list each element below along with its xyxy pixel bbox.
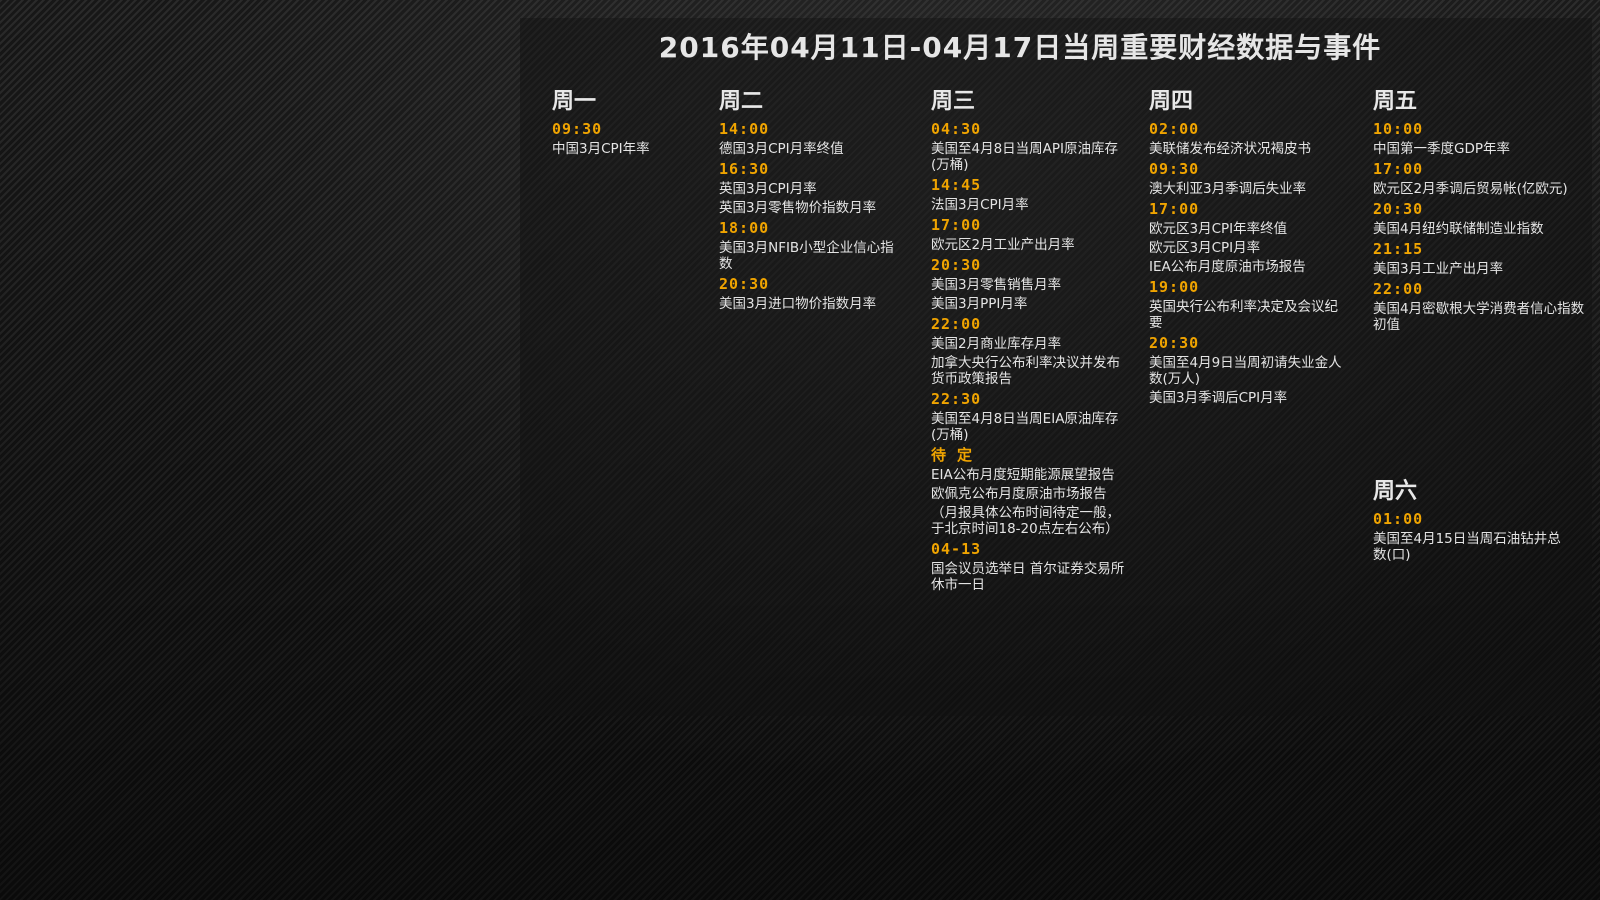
day-column: 周四 02:00 美联储发布经济状况褐皮书 09:30 澳大利亚3月季调后失业率 17:0… <box>1149 88 1344 409</box>
event-item: 美国至4月8日当周API原油库存(万桶) <box>931 141 1119 173</box>
event-item: 美国3月进口物价指数月率 <box>719 296 877 312</box>
event-item: 国会议员选举日 首尔证券交易所 休市一日 <box>931 561 1125 593</box>
event-item: 美国3月季调后CPI月率 <box>1149 390 1288 406</box>
event-item: IEA公布月度原油市场报告 <box>1149 259 1306 275</box>
event-time: 09:30 <box>552 120 603 138</box>
day-column: 周一 09:30 中国3月CPI年率 <box>552 88 702 160</box>
event-item: 美国4月纽约联储制造业指数 <box>1373 221 1544 237</box>
event-item: 美国2月商业库存月率 <box>931 336 1062 352</box>
event-time: 21:15 <box>1373 240 1424 258</box>
event-time: 22:00 <box>931 315 982 333</box>
event-item: 澳大利亚3月季调后失业率 <box>1149 181 1307 197</box>
day-column: 周六 01:00 美国至4月15日当周石油钻井总数(口) <box>1373 478 1573 566</box>
time-group: 22:00 美国2月商业库存月率加拿大央行公布利率决议并发布货币政策报告 <box>931 315 1131 387</box>
time-group: 20:30 美国3月进口物价指数月率 <box>719 275 904 312</box>
event-time: 20:30 <box>931 256 982 274</box>
event-item: 美国至4月8日当周EIA原油库存(万桶) <box>931 411 1119 443</box>
event-time: 18:00 <box>719 219 770 237</box>
event-item: 美国至4月15日当周石油钻井总数(口) <box>1373 531 1561 563</box>
day-heading: 周六 <box>1373 479 1418 504</box>
event-item: 中国第一季度GDP年率 <box>1373 141 1510 157</box>
event-item: 美国3月PPI月率 <box>931 296 1028 312</box>
time-group: 待 定 EIA公布月度短期能源展望报告 欧佩克公布月度原油市场报告 （月报具体公布时间… <box>931 446 1131 537</box>
time-group: 01:00 美国至4月15日当周石油钻井总数(口) <box>1373 510 1573 563</box>
time-group: 17:00 欧元区2月工业产出月率 <box>931 216 1131 253</box>
event-item: 英国3月CPI月率 <box>719 181 817 197</box>
time-group: 10:00 中国第一季度GDP年率 <box>1373 120 1588 157</box>
time-group: 20:30 美国4月纽约联储制造业指数 <box>1373 200 1588 237</box>
day-heading: 周四 <box>1149 89 1194 114</box>
event-time: 20:30 <box>719 275 770 293</box>
event-item: 德国3月CPI月率终值 <box>719 141 844 157</box>
event-item: 欧佩克公布月度原油市场报告 <box>931 486 1107 502</box>
event-time: 04:30 <box>931 120 982 138</box>
day-heading: 周一 <box>552 89 597 114</box>
time-group: 04:30 美国至4月8日当周API原油库存(万桶) <box>931 120 1131 173</box>
event-item: 欧元区3月CPI月率 <box>1149 240 1261 256</box>
time-group: 04-13 国会议员选举日 首尔证券交易所 休市一日 <box>931 540 1131 593</box>
event-item: EIA公布月度短期能源展望报告 <box>931 467 1115 483</box>
time-group: 02:00 美联储发布经济状况褐皮书 <box>1149 120 1344 157</box>
time-group: 22:30 美国至4月8日当周EIA原油库存(万桶) <box>931 390 1131 443</box>
time-group: 20:30 美国至4月9日当周初请失业金人数(万人) 美国3月季调后CPI月率 <box>1149 334 1344 406</box>
time-group: 22:00 美国4月密歇根大学消费者信心指数初值 <box>1373 280 1588 333</box>
event-item: 中国3月CPI年率 <box>552 141 650 157</box>
event-item: 欧元区3月CPI年率终值 <box>1149 221 1288 237</box>
event-time: 22:30 <box>931 390 982 408</box>
day-heading: 周三 <box>931 89 976 114</box>
event-time: 17:00 <box>1149 200 1200 218</box>
time-group: 09:30 澳大利亚3月季调后失业率 <box>1149 160 1344 197</box>
time-group: 16:30 英国3月CPI月率英国3月零售物价指数月率 <box>719 160 904 216</box>
time-group: 14:45 法国3月CPI月率 <box>931 176 1131 213</box>
event-time: 10:00 <box>1373 120 1424 138</box>
event-time: 02:00 <box>1149 120 1200 138</box>
day-column: 周五 10:00 中国第一季度GDP年率 17:00 欧元区2月季调后贸易帐(亿欧元) 2… <box>1373 88 1588 336</box>
event-item: 加拿大央行公布利率决议并发布货币政策报告 <box>931 355 1120 387</box>
event-time: 16:30 <box>719 160 770 178</box>
time-group: 21:15 美国3月工业产出月率 <box>1373 240 1588 277</box>
event-time: 04-13 <box>931 540 982 558</box>
event-item: 英国央行公布利率决定及会议纪要 <box>1149 299 1338 331</box>
event-time: 20:30 <box>1149 334 1200 352</box>
time-group: 19:00 英国央行公布利率决定及会议纪要 <box>1149 278 1344 331</box>
event-item: 欧元区2月工业产出月率 <box>931 237 1075 253</box>
day-column: 周二 14:00 德国3月CPI月率终值 16:30 英国3月CPI月率英国3月零售物价… <box>719 88 904 315</box>
event-time: 20:30 <box>1373 200 1424 218</box>
event-time: 17:00 <box>1373 160 1424 178</box>
event-item: 美国3月零售销售月率 <box>931 277 1062 293</box>
event-item: （月报具体公布时间待定一般，于北京时间18-20点左右公布） <box>931 505 1120 537</box>
time-group: 18:00 美国3月NFIB小型企业信心指数 <box>719 219 904 272</box>
event-time: 14:45 <box>931 176 982 194</box>
event-item: 美国至4月9日当周初请失业金人数(万人) <box>1149 355 1342 387</box>
event-item: 美国4月密歇根大学消费者信心指数初值 <box>1373 301 1585 333</box>
event-time: 14:00 <box>719 120 770 138</box>
event-item: 美联储发布经济状况褐皮书 <box>1149 141 1311 157</box>
event-time: 22:00 <box>1373 280 1424 298</box>
time-group: 17:00 欧元区2月季调后贸易帐(亿欧元) <box>1373 160 1588 197</box>
event-item: 英国3月零售物价指数月率 <box>719 200 877 216</box>
time-group: 20:30 美国3月零售销售月率 美国3月PPI月率 <box>931 256 1131 312</box>
time-group: 17:00 欧元区3月CPI年率终值 欧元区3月CPI月率 IEA公布月度原油市场报告 <box>1149 200 1344 275</box>
event-time: 01:00 <box>1373 510 1424 528</box>
event-item: 欧元区2月季调后贸易帐(亿欧元) <box>1373 181 1568 197</box>
event-time: 待 定 <box>931 446 974 464</box>
day-column: 周三 04:30 美国至4月8日当周API原油库存(万桶) 14:45 法国3月CPI月… <box>931 88 1131 596</box>
event-item: 法国3月CPI月率 <box>931 197 1029 213</box>
event-item: 美国3月工业产出月率 <box>1373 261 1504 277</box>
event-time: 17:00 <box>931 216 982 234</box>
day-heading: 周二 <box>719 89 764 114</box>
day-heading: 周五 <box>1373 89 1418 114</box>
page-title: 2016年04月11日-04月17日当周重要财经数据与事件 <box>658 31 1382 64</box>
event-item: 美国3月NFIB小型企业信心指数 <box>719 240 894 272</box>
time-group: 14:00 德国3月CPI月率终值 <box>719 120 904 157</box>
time-group: 09:30 中国3月CPI年率 <box>552 120 702 157</box>
event-time: 19:00 <box>1149 278 1200 296</box>
event-time: 09:30 <box>1149 160 1200 178</box>
